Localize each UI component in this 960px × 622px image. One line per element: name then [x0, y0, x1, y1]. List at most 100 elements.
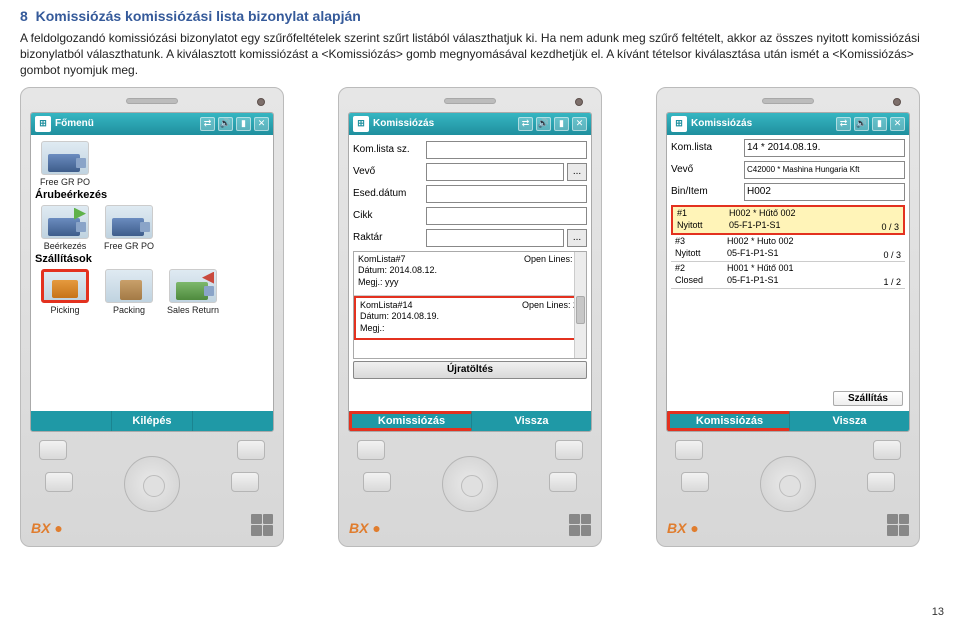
volume-icon: 🔊	[536, 117, 551, 131]
back-button[interactable]: Vissza	[790, 411, 909, 431]
close-icon[interactable]: ✕	[890, 117, 905, 131]
app-label: Free GR PO	[104, 241, 154, 251]
win-start-icon[interactable]: ⊞	[353, 116, 369, 132]
input-cikk[interactable]	[426, 207, 587, 225]
battery-icon: ▮	[554, 117, 569, 131]
lbl-vevo: Vevő	[353, 166, 423, 177]
hw-dpad[interactable]	[760, 456, 816, 512]
titlebar: ⊞ Komissiózás ⇄ 🔊 ▮ ✕	[667, 113, 909, 135]
exit-button[interactable]: Kilépés	[112, 411, 193, 431]
win-start-icon[interactable]: ⊞	[35, 116, 51, 132]
bottom-bar: Komissiózás Vissza	[349, 411, 591, 431]
device-komissiozas-list: ⊞ Komissiózás ⇄ 🔊 ▮ ✕ Kom.lista sz. Vevő…	[338, 87, 602, 547]
section-heading: 8 Komissiózás komissiózási lista bizonyl…	[20, 8, 940, 24]
back-button[interactable]: Vissza	[472, 411, 591, 431]
close-icon[interactable]: ✕	[254, 117, 269, 131]
bx-logo: BX ●	[667, 520, 699, 536]
app-label: Packing	[113, 305, 145, 315]
li-date: Dátum: 2014.08.19.	[360, 311, 439, 321]
hw-button[interactable]	[873, 440, 901, 460]
hw-button[interactable]	[549, 472, 577, 492]
battery-icon: ▮	[872, 117, 887, 131]
input-komlista[interactable]	[744, 139, 905, 157]
hw-button[interactable]	[363, 472, 391, 492]
hw-button[interactable]	[357, 440, 385, 460]
li-openlines: Open Lines: 1	[524, 254, 580, 266]
input-binitem[interactable]	[744, 183, 905, 201]
screen-3: ⊞ Komissiózás ⇄ 🔊 ▮ ✕ Kom.lista Vevő Bin…	[666, 112, 910, 432]
device-camera	[893, 98, 901, 106]
hw-button[interactable]	[231, 472, 259, 492]
item-list: #1H002 * Hűtő 002 Nyitott05-F1-P1-S1 0 /…	[671, 205, 905, 289]
volume-icon: 🔊	[218, 117, 233, 131]
device-camera	[257, 98, 265, 106]
app-label: Beérkezés	[44, 241, 87, 251]
windows-logo	[887, 514, 909, 536]
page-number: 13	[932, 606, 944, 618]
app-free-gr-po[interactable]: Free GR PO	[99, 203, 159, 251]
hw-button[interactable]	[867, 472, 895, 492]
filter-content: Kom.lista sz. Vevő... Esed.dátum Cikk Ra…	[349, 135, 591, 411]
app-sales-return[interactable]: Sales Return	[163, 267, 223, 315]
battery-icon: ▮	[236, 117, 251, 131]
list-item-selected[interactable]: KomLista#14Open Lines: 2 Dátum: 2014.08.…	[354, 296, 586, 340]
app-picking[interactable]: Picking	[35, 267, 95, 315]
hw-button[interactable]	[675, 440, 703, 460]
lbl-komlista: Kom.lista	[671, 142, 741, 153]
scrollbar[interactable]	[574, 252, 586, 358]
hw-button[interactable]	[39, 440, 67, 460]
li-title: KomLista#7	[358, 254, 406, 264]
window-title: Komissiózás	[691, 118, 832, 129]
input-eseddatum[interactable]	[426, 185, 587, 203]
hw-dpad[interactable]	[442, 456, 498, 512]
screen-2: ⊞ Komissiózás ⇄ 🔊 ▮ ✕ Kom.lista sz. Vevő…	[348, 112, 592, 432]
device-komissiozas-detail: ⊞ Komissiózás ⇄ 🔊 ▮ ✕ Kom.lista Vevő Bin…	[656, 87, 920, 547]
status-icons: ⇄ 🔊 ▮ ✕	[200, 117, 269, 131]
item-row[interactable]: #3H002 * Huto 002 Nyitott05-F1-P1-S1 0 /…	[671, 235, 905, 262]
lbl-komlistasz: Kom.lista sz.	[353, 144, 423, 155]
komissiozas-button[interactable]: Komissiózás	[349, 411, 472, 431]
szallitas-button[interactable]: Szállítás	[833, 391, 903, 406]
row-item: H002 * Hűtő 002	[729, 208, 899, 218]
item-row-selected[interactable]: #1H002 * Hűtő 002 Nyitott05-F1-P1-S1 0 /…	[671, 205, 905, 235]
komlista-list[interactable]: KomLista#7 Open Lines: 1 Dátum: 2014.08.1…	[353, 251, 587, 359]
signal-icon: ⇄	[200, 117, 215, 131]
hw-button[interactable]	[45, 472, 73, 492]
li-note: Megj.:	[360, 323, 385, 333]
lookup-vevo[interactable]: ...	[567, 163, 587, 181]
app-label: Picking	[50, 305, 79, 315]
bottom-empty-r	[193, 411, 273, 431]
item-row[interactable]: #2H001 * Hűtő 001 Closed05-F1-P1-S1 1 / …	[671, 262, 905, 289]
hw-button[interactable]	[681, 472, 709, 492]
windows-logo	[569, 514, 591, 536]
app-packing[interactable]: Packing	[99, 267, 159, 315]
volume-icon: 🔊	[854, 117, 869, 131]
app-free-gr-po-top[interactable]: Free GR PO	[35, 139, 95, 187]
win-start-icon[interactable]: ⊞	[671, 116, 687, 132]
close-icon[interactable]: ✕	[572, 117, 587, 131]
section-paragraph: A feldolgozandó komissiózási bizonylatot…	[20, 30, 940, 79]
input-vevo[interactable]	[744, 161, 905, 179]
input-komlistasz[interactable]	[426, 141, 587, 159]
screen-1: ⊞ Főmenü ⇄ 🔊 ▮ ✕ Free GR PO Árubeérkezés…	[30, 112, 274, 432]
row-no: #3	[675, 236, 717, 246]
komissiozas-button[interactable]: Komissiózás	[667, 411, 790, 431]
hw-dpad[interactable]	[124, 456, 180, 512]
input-vevo[interactable]	[426, 163, 564, 181]
scroll-thumb[interactable]	[576, 296, 585, 324]
status-icons: ⇄ 🔊 ▮ ✕	[836, 117, 905, 131]
reload-button[interactable]: Újratöltés	[353, 361, 587, 379]
lbl-binitem: Bin/Item	[671, 186, 741, 197]
list-item[interactable]: KomLista#7Open Lines: 1 Dátum: 2014.08.1…	[354, 252, 586, 296]
input-raktar[interactable]	[426, 229, 564, 247]
lookup-raktar[interactable]: ...	[567, 229, 587, 247]
lbl-vevo: Vevő	[671, 164, 741, 175]
device-speaker	[762, 98, 814, 104]
section-number: 8	[20, 8, 28, 24]
bottom-bar: Kilépés	[31, 411, 273, 431]
lbl-eseddatum: Esed.dátum	[353, 188, 423, 199]
hw-button[interactable]	[555, 440, 583, 460]
hw-button[interactable]	[237, 440, 265, 460]
device-speaker	[126, 98, 178, 104]
app-beerkezes[interactable]: Beérkezés	[35, 203, 95, 251]
